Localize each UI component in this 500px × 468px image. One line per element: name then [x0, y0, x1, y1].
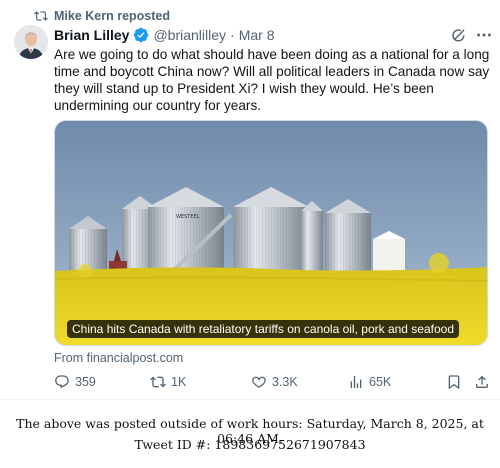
like-count: 3.3K: [272, 375, 298, 389]
reply-button[interactable]: 359: [54, 372, 96, 392]
reply-icon: [55, 375, 69, 389]
share-icon: [476, 375, 488, 388]
bookmark-icon: [448, 375, 460, 390]
like-button[interactable]: 3.3K: [251, 372, 298, 392]
post-header: Brian Lilley @brianlilley · Mar 8: [54, 27, 275, 43]
repost-indicator[interactable]: Mike Kern reposted: [34, 8, 170, 24]
header-separator: ·: [230, 27, 235, 43]
views-count: 65K: [369, 375, 392, 389]
grain-bins-photo: WESTEEL: [55, 121, 487, 345]
post-date[interactable]: Mar 8: [239, 27, 275, 43]
media-card[interactable]: WESTEEL China hits Canada with retaliato…: [54, 120, 488, 346]
heart-icon: [252, 376, 266, 388]
analytics-icon: [350, 376, 362, 388]
share-button[interactable]: [474, 372, 490, 392]
repost-button[interactable]: 1K: [150, 372, 186, 392]
avatar[interactable]: [14, 25, 48, 59]
repost-icon: [150, 376, 166, 388]
verified-badge-icon[interactable]: [133, 27, 149, 43]
repost-label: Mike Kern reposted: [54, 9, 171, 23]
bin-stencil: WESTEEL: [176, 214, 200, 220]
post-text: Are we going to do what should have been…: [54, 47, 490, 113]
repost-icon: [34, 11, 48, 21]
media-caption: China hits Canada with retaliatory tarif…: [67, 320, 460, 338]
reply-count: 359: [75, 375, 96, 389]
repost-count: 1K: [171, 375, 187, 389]
action-bar: 359 1K 3.3K 65K: [54, 372, 494, 392]
bookmark-button[interactable]: [446, 372, 462, 392]
link-source[interactable]: From financialpost.com: [54, 351, 183, 365]
tweet-card[interactable]: Mike Kern reposted Brian Lilley @brianli…: [0, 0, 500, 400]
tweet-id-note: Tweet ID #: 1898369752671907843: [134, 437, 366, 452]
grok-icon[interactable]: [448, 25, 468, 45]
author-handle[interactable]: @brianlilley: [153, 27, 226, 43]
more-options-icon[interactable]: [474, 25, 494, 45]
author-name[interactable]: Brian Lilley: [54, 27, 129, 43]
views-button[interactable]: 65K: [348, 372, 391, 392]
